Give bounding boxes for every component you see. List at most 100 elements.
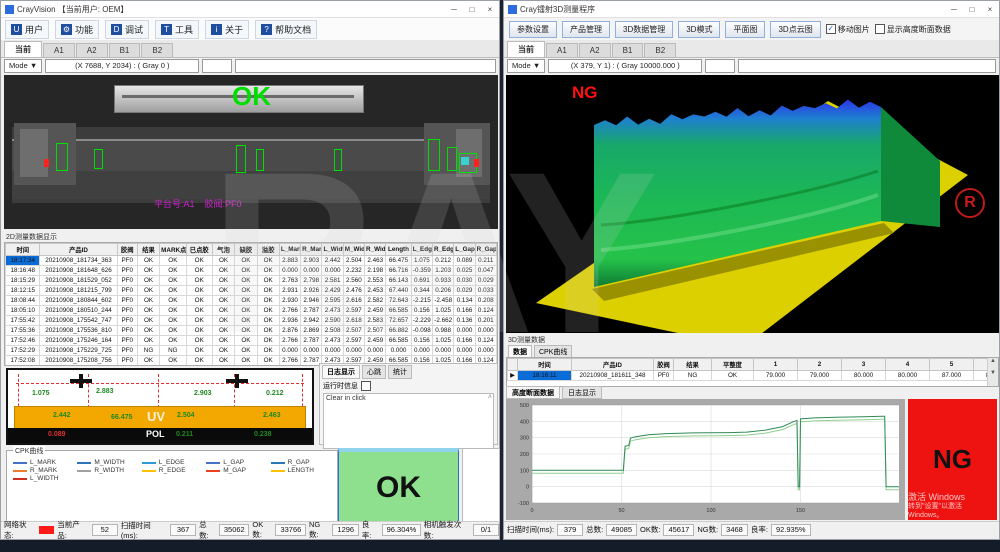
table-cell: 2.232 (343, 266, 364, 276)
table-cell: 66.143 (386, 276, 411, 286)
table-cell: 17:55:36 (6, 326, 40, 336)
mode-dropdown[interactable]: Mode ▼ (507, 59, 545, 73)
table-row[interactable]: 18:16:4820210908_181648_626PF0OKOKOKOKOK… (6, 266, 497, 276)
toolbar-button-1[interactable]: 产品管理 (562, 21, 610, 38)
runtime-info-checkbox[interactable] (361, 381, 371, 391)
tab-当前[interactable]: 当前 (507, 41, 545, 57)
tab-B1[interactable]: B1 (612, 43, 644, 57)
legend-line-icon (13, 462, 27, 464)
table-row[interactable]: 18:15:2920210908_181529_052PF0OKOKOKOKOK… (6, 276, 497, 286)
table-cell: 2.618 (343, 316, 364, 326)
measure-table-3d[interactable]: 时间产品ID胶阀结果平整度12345678▶18:16:1120210908_1… (506, 357, 999, 387)
table-cell: OK (212, 356, 234, 366)
legend-item-R_EDGE: R_EDGE (142, 467, 204, 474)
toolbar-checkbox-1[interactable]: 显示高度断面数据 (875, 24, 951, 35)
legend-label: L_EDGE (159, 459, 185, 466)
table-scrollbar[interactable]: ▲▼ (987, 358, 998, 386)
menu-item-about[interactable]: i关于 (205, 20, 249, 39)
toolbar-button-4[interactable]: 平面图 (725, 21, 765, 38)
tab-A1[interactable]: A1 (546, 43, 578, 57)
status-label: 相机触发次数: (424, 519, 470, 541)
table-cell: 2.926 (301, 286, 322, 296)
log-tab-1[interactable]: 心跳 (362, 365, 386, 379)
svg-text:-100: -100 (518, 501, 529, 507)
toolbar-button-5[interactable]: 3D点云图 (770, 21, 820, 38)
mode-aux-box2 (738, 59, 996, 73)
column-header: R_Edge (433, 244, 454, 256)
log-output[interactable]: Clear in click ˄ (323, 393, 494, 449)
chart-tab-1[interactable]: 日志显示 (562, 386, 602, 399)
title-bar[interactable]: CrayVision 【当前用户: OEM】 ─ □ × (1, 1, 499, 18)
table-cell: 0.201 (475, 316, 496, 326)
table-row[interactable]: 17:52:2920210908_175229_725PF0NGNGOKOKOK… (6, 346, 497, 356)
table-row[interactable]: ▶18:16:1120210908_181611_348PF0NGOK79.00… (508, 371, 989, 381)
column-header: MARK点 (160, 244, 186, 256)
table-row[interactable]: 18:05:1020210908_180510_244PF0OKOKOKOKOK… (6, 306, 497, 316)
menu-item-debug[interactable]: D调试 (105, 20, 149, 39)
toolbar-checkbox-0[interactable]: ✓移动图片 (826, 24, 870, 35)
legend-line-icon (271, 462, 285, 464)
table-cell: PF0 (117, 356, 137, 366)
close-button[interactable]: × (981, 5, 999, 14)
tab-A1[interactable]: A1 (43, 43, 75, 57)
scroll-up-icon[interactable]: ˄ (488, 394, 492, 401)
table-row[interactable]: 18:12:1520210908_181215_799PF0OKOKOKOKOK… (6, 286, 497, 296)
legend-label: L_MARK (30, 459, 56, 466)
column-header: R_Gap (475, 244, 496, 256)
chart-tab-0[interactable]: 高度断面数据 (506, 386, 560, 399)
toolbar-button-2[interactable]: 3D数据管理 (615, 21, 673, 38)
table-cell: -0.359 (411, 266, 432, 276)
mode-dropdown[interactable]: Mode ▼ (4, 59, 42, 73)
close-button[interactable]: × (481, 5, 499, 14)
tab-B1[interactable]: B1 (109, 43, 141, 57)
tab-B2[interactable]: B2 (141, 43, 173, 57)
menu-item-tools[interactable]: T工具 (155, 20, 199, 39)
table-cell: 67.440 (386, 286, 411, 296)
menu-item-function[interactable]: ⚙功能 (55, 20, 99, 39)
tab-A2[interactable]: A2 (76, 43, 108, 57)
table-cell: OK (235, 266, 257, 276)
table-cell: 0.000 (279, 346, 300, 356)
height-map-3d-view[interactable]: NG (506, 75, 999, 333)
minimize-button[interactable]: ─ (445, 5, 463, 14)
taskbar-strip (0, 540, 1000, 552)
toolbar-button-0[interactable]: 参数设置 (509, 21, 557, 38)
menu-item-user[interactable]: U用户 (5, 20, 49, 39)
table-row[interactable]: 18:08:4420210908_180844_602PF0OKOKOKOKOK… (6, 296, 497, 306)
svg-text:150: 150 (796, 508, 805, 514)
title-bar[interactable]: Cray镭射3D测量程序 ─ □ × (504, 1, 999, 18)
maximize-button[interactable]: □ (463, 5, 481, 14)
windows-activation-watermark: 激活 Windows 转到"设置"以激活 Windows。 (908, 493, 999, 520)
table-row[interactable]: 17:52:4620210908_175246_164PF0OKOKOKOKOK… (6, 336, 497, 346)
measure-table-2d[interactable]: 时间产品ID胶阀结果MARK点已点胶气泡缺胶溢胶L_MarkR_MarkL_Wi… (4, 242, 498, 366)
table-cell: OK (212, 316, 234, 326)
menu-item-help[interactable]: ?帮助文档 (255, 20, 317, 39)
table-row[interactable]: 17:55:3620210908_175536_810PF0OKOKOKOKOK… (6, 326, 497, 336)
column-header: Length (386, 244, 411, 256)
table-cell: 1.075 (411, 256, 432, 266)
table-cell: OK (257, 326, 279, 336)
roi-rect (56, 143, 68, 171)
tab-A2[interactable]: A2 (579, 43, 611, 57)
maximize-button[interactable]: □ (963, 5, 981, 14)
table-cell: 2.616 (343, 296, 364, 306)
table-row[interactable]: 18:17:3420210908_181734_363PF0OKOKOKOKOK… (6, 256, 497, 266)
table-cell: 66.585 (386, 306, 411, 316)
table-cell: OK (186, 266, 212, 276)
table-cell: OK (186, 276, 212, 286)
log-tab-2[interactable]: 统计 (388, 365, 412, 379)
table-cell: 1.025 (433, 336, 454, 346)
tab-当前[interactable]: 当前 (4, 41, 42, 57)
table-row[interactable]: 17:55:4220210908_175542_747PF0OKOKOKOKOK… (6, 316, 497, 326)
toolbar-button-3[interactable]: 3D模式 (678, 21, 720, 38)
table-cell: OK (186, 326, 212, 336)
table-cell: 0.000 (454, 346, 475, 356)
table-cell: 0.988 (433, 326, 454, 336)
minimize-button[interactable]: ─ (945, 5, 963, 14)
table-cell: 0.000 (322, 266, 343, 276)
tab-B2[interactable]: B2 (644, 43, 676, 57)
table-cell: 72.657 (386, 316, 411, 326)
column-header: 气泡 (212, 244, 234, 256)
inspection-image-2d[interactable]: OK 平台号:A1 胶阀:PF0 (4, 75, 498, 229)
log-tab-0[interactable]: 日志显示 (322, 365, 360, 379)
